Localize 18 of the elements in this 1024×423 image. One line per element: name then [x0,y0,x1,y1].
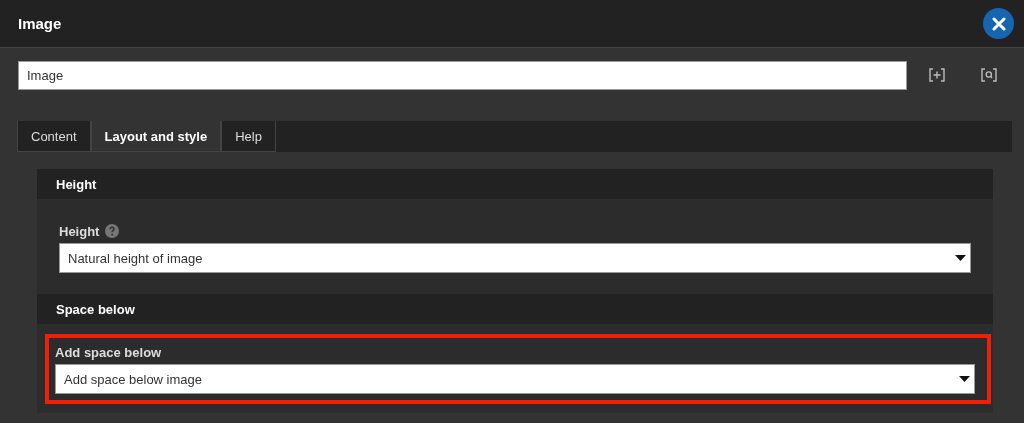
field-label: Add space below [55,344,162,360]
field-label: Height [59,223,100,239]
close-button[interactable] [983,8,1014,39]
section-heading: Height [56,176,97,192]
tab[interactable]: Help [221,121,276,152]
section-heading: Space below [56,301,135,317]
title-field[interactable]: Image [18,60,907,90]
expand-icon[interactable] [929,68,945,82]
preview-icon[interactable] [981,68,997,82]
tab[interactable]: Content [17,121,91,152]
window-title: Image [18,15,62,32]
close-icon [991,16,1006,31]
dropdown[interactable]: Add space below image [55,364,975,394]
caret-icon [955,255,966,261]
caret-icon [959,376,970,382]
tab[interactable]: Layout and style [90,121,222,152]
dropdown[interactable]: Natural height of image [59,243,971,273]
help-icon[interactable] [105,224,120,238]
